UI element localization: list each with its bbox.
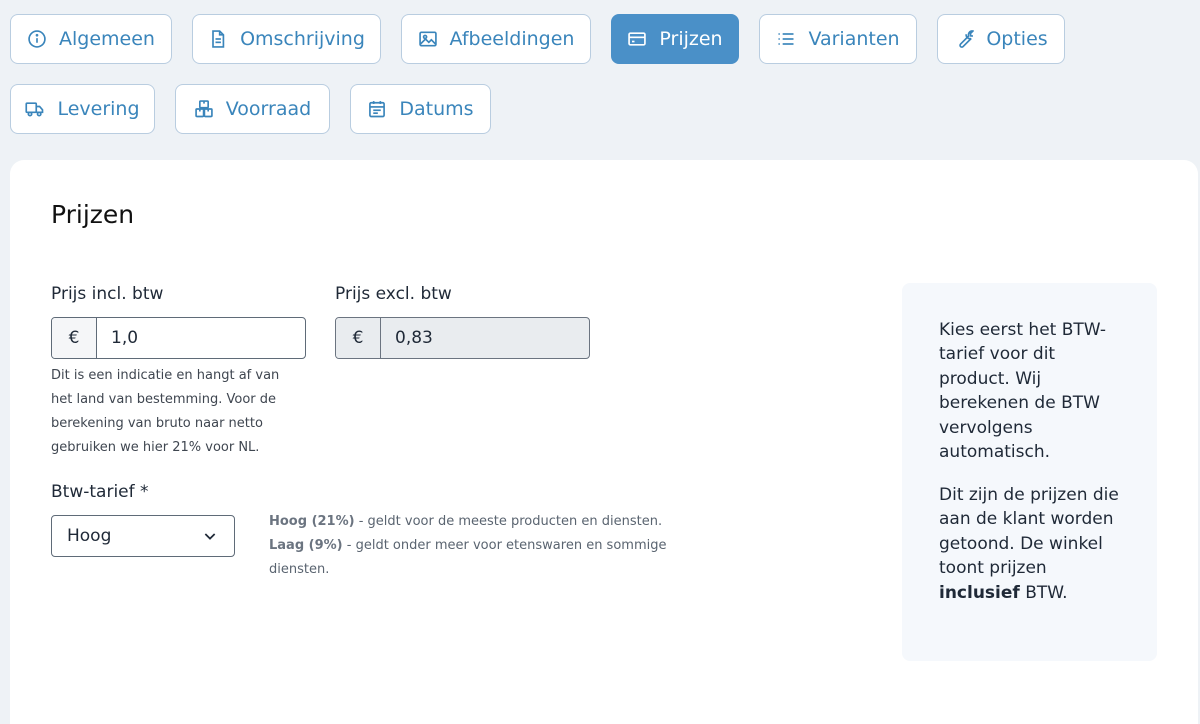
wrench-icon [959, 30, 975, 48]
tab-label: Opties [986, 28, 1048, 50]
section-title: Prijzen [51, 200, 135, 229]
tab-label: Algemeen [59, 28, 155, 50]
help-line: berekening van bruto naar netto [51, 416, 263, 431]
tab-opties[interactable]: Opties [937, 14, 1065, 64]
info-aside: Kies eerst het BTW- tarief voor dit prod… [902, 283, 1157, 661]
help-line: Dit is een indicatie en hangt af van [51, 368, 280, 383]
calendar-icon [369, 101, 386, 118]
info-icon [28, 30, 46, 48]
vat-laag-desc: - geldt onder meer voor etenswaren en so… [342, 538, 667, 553]
aside-paragraph-1: Kies eerst het BTW- tarief voor dit prod… [939, 320, 1107, 463]
price-excl-input [381, 318, 589, 358]
vat-hoog-desc: - geldt voor de meeste producten en dien… [354, 514, 663, 529]
vat-rate-select[interactable]: Hoog [51, 515, 235, 557]
truck-icon [25, 102, 44, 117]
tab-algemeen[interactable]: Algemeen [10, 14, 172, 64]
tab-prijzen[interactable]: Prijzen [611, 14, 739, 64]
price-excl-field: € [335, 317, 590, 359]
tab-levering[interactable]: Levering [10, 84, 155, 134]
tab-label: Datums [399, 98, 474, 120]
tab-datums[interactable]: Datums [350, 84, 491, 134]
price-help-text: Dit is een indicatie en hangt af van het… [51, 364, 311, 460]
aside-paragraph-2: Dit zijn de prijzen die aan de klant wor… [939, 485, 1119, 603]
price-incl-input[interactable] [97, 318, 305, 358]
vat-info-text: Hoog (21%) - geldt voor de meeste produc… [269, 510, 709, 582]
vat-rate-label: Btw-tarief * [51, 482, 149, 502]
tab-omschrijving[interactable]: Omschrijving [192, 14, 381, 64]
credit-card-icon [628, 32, 647, 46]
euro-prefix: € [52, 318, 97, 358]
tab-voorraad[interactable]: Voorraad [175, 84, 330, 134]
tab-label: Prijzen [659, 28, 723, 50]
list-icon [778, 33, 794, 45]
tab-label: Levering [57, 98, 140, 120]
price-incl-label: Prijs incl. btw [51, 284, 164, 304]
vat-laag-term: Laag (9%) [269, 538, 343, 553]
boxes-icon [195, 100, 213, 118]
aside-bold-inclusief: inclusief [939, 582, 1020, 603]
vat-rate-value: Hoog [67, 526, 112, 546]
vat-laag-desc-cont: diensten. [269, 562, 330, 577]
vat-hoog-term: Hoog (21%) [269, 514, 355, 529]
tab-varianten[interactable]: Varianten [759, 14, 917, 64]
price-excl-label: Prijs excl. btw [335, 284, 452, 304]
image-icon [418, 31, 437, 47]
tab-label: Varianten [808, 28, 900, 50]
help-line: het land van bestemming. Voor de [51, 392, 277, 407]
tab-label: Afbeeldingen [449, 28, 575, 50]
document-icon [212, 30, 225, 48]
euro-prefix: € [336, 318, 381, 358]
price-incl-field: € [51, 317, 306, 359]
help-line: gebruiken we hier 21% voor NL. [51, 440, 260, 455]
tab-afbeeldingen[interactable]: Afbeeldingen [401, 14, 591, 64]
chevron-down-icon [204, 533, 216, 540]
tab-label: Omschrijving [240, 28, 365, 50]
tab-bar: Algemeen Omschrijving Afbeeldingen Prijz… [0, 0, 1200, 150]
prices-card: Prijzen Prijs incl. btw € Prijs excl. bt… [10, 160, 1198, 724]
tab-label: Voorraad [225, 98, 312, 120]
